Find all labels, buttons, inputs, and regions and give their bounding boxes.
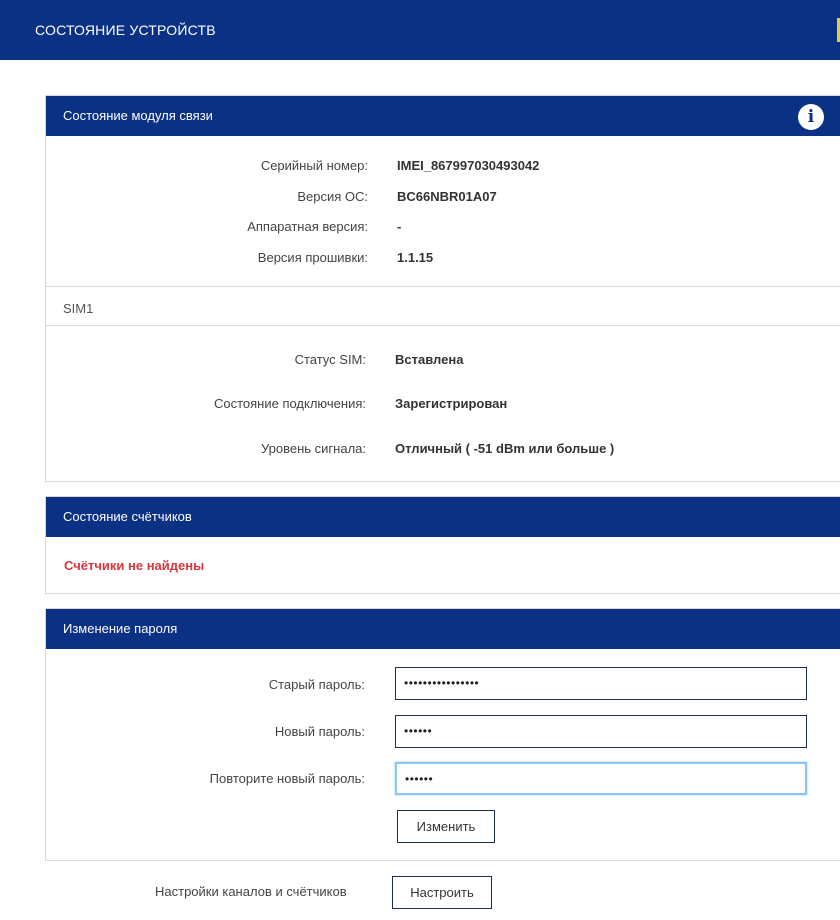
firmware-version-label: Версия прошивки:	[257, 250, 368, 265]
hardware-version-label: Аппаратная версия:	[247, 219, 368, 234]
serial-number-label: Серийный номер:	[260, 158, 368, 173]
password-panel: Изменение пароля Старый пароль: ••••••••…	[45, 608, 840, 861]
module-status-header: Состояние модуля связи i	[46, 96, 840, 136]
os-version-value: BC66NBR01A07	[397, 189, 497, 204]
counters-panel: Состояние счётчиков Счётчики не найдены	[45, 496, 840, 594]
connection-status-label: Состояние подключения:	[213, 396, 366, 411]
sim-status-value: Вставлена	[395, 352, 464, 367]
module-status-title: Состояние модуля связи	[63, 108, 213, 123]
counters-header: Состояние счётчиков	[46, 497, 840, 537]
new-password-input[interactable]: ••••••	[395, 715, 807, 748]
repeat-password-input[interactable]: ••••••	[395, 762, 807, 795]
top-bar: СОСТОЯНИЕ УСТРОЙСТВ	[0, 0, 840, 60]
page-title: СОСТОЯНИЕ УСТРОЙСТВ	[35, 22, 216, 38]
module-divider	[46, 286, 840, 287]
channels-settings-label: Настройки каналов и счётчиков	[155, 884, 347, 899]
sim-status-label: Статус SIM:	[294, 352, 366, 367]
serial-number-value: IMEI_867997030493042	[397, 158, 540, 173]
firmware-version-value: 1.1.15	[397, 250, 434, 265]
counters-not-found-message: Счётчики не найдены	[64, 558, 205, 573]
change-password-button[interactable]: Изменить	[397, 810, 495, 843]
new-password-label: Новый пароль:	[274, 724, 365, 739]
old-password-label: Старый пароль:	[268, 677, 365, 692]
counters-title: Состояние счётчиков	[63, 509, 192, 524]
os-version-label: Версия ОС:	[297, 189, 368, 204]
hardware-version-value: -	[397, 219, 402, 234]
configure-button[interactable]: Настроить	[392, 876, 492, 909]
repeat-password-label: Повторите новый пароль:	[209, 771, 365, 786]
password-title: Изменение пароля	[63, 621, 178, 636]
sim-section-title: SIM1	[63, 301, 94, 316]
sim-divider	[46, 325, 840, 326]
signal-level-value: Отличный ( -51 dBm или больше )	[395, 441, 615, 456]
old-password-input[interactable]: ••••••••••••••••	[395, 667, 807, 700]
info-icon[interactable]: i	[798, 104, 824, 130]
connection-status-value: Зарегистрирован	[395, 396, 508, 411]
module-status-panel: Состояние модуля связи i Серийный номер:…	[45, 95, 840, 482]
password-header: Изменение пароля	[46, 609, 840, 649]
signal-level-label: Уровень сигнала:	[260, 441, 366, 456]
